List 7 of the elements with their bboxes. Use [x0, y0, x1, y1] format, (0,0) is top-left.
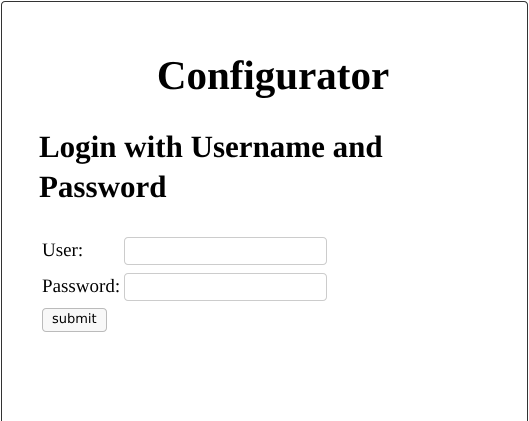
- field-label: User:: [42, 240, 84, 262]
- input-field[interactable]: [124, 237, 328, 265]
- submit-button[interactable]: submit: [42, 308, 107, 332]
- input-field[interactable]: [124, 273, 328, 301]
- page-title: Configurator: [156, 51, 390, 100]
- field-label: Password:: [42, 276, 120, 298]
- login-heading: Login with Username and Password: [39, 128, 384, 206]
